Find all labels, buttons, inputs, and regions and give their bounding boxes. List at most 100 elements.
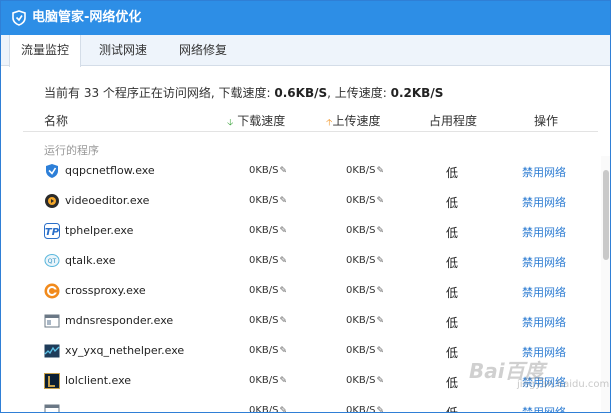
column-download[interactable]: 🡣 下载速度 — [227, 112, 285, 131]
upload-speed[interactable]: 0KB/S✎ — [346, 345, 384, 356]
pencil-icon[interactable]: ✎ — [377, 316, 385, 326]
upload-speed[interactable]: 0KB/S✎ — [346, 195, 384, 206]
column-action: 操作 — [534, 114, 559, 128]
pencil-icon[interactable]: ✎ — [377, 376, 385, 386]
table-row[interactable]: crossproxy.exe 0KB/S✎ 0KB/S✎ 低 禁用网络 — [1, 276, 601, 306]
svg-text:QT: QT — [48, 258, 57, 265]
download-speed[interactable]: 0KB/S✎ — [249, 375, 287, 386]
window-app-icon — [44, 314, 60, 328]
table-row[interactable]: videoeditor.exe 0KB/S✎ 0KB/S✎ 低 禁用网络 — [1, 186, 601, 216]
download-speed[interactable]: 0KB/S✎ — [249, 315, 287, 326]
tab-bar: 流量监控 测试网速 网络修复 — [1, 35, 610, 67]
table-row[interactable]: 0KB/S✎ 0KB/S✎ 低 禁用网络 — [1, 396, 601, 412]
window-app-icon — [44, 404, 60, 412]
program-name: xy_yxq_nethelper.exe — [65, 344, 185, 357]
upload-value: 0KB/S — [346, 285, 376, 296]
disable-network-link[interactable]: 禁用网络 — [522, 284, 566, 300]
usage-level: 低 — [446, 286, 459, 300]
disable-network-link[interactable]: 禁用网络 — [522, 314, 566, 330]
usage-level: 低 — [446, 316, 459, 330]
pencil-icon[interactable]: ✎ — [377, 256, 385, 266]
column-upload-label: 上传速度 — [332, 114, 381, 128]
download-speed[interactable]: 0KB/S✎ — [249, 405, 288, 412]
crossproxy-icon — [44, 283, 60, 299]
column-name[interactable]: 名称 — [44, 112, 68, 129]
usage-level: 低 — [446, 256, 459, 270]
tp-helper-icon: TP — [44, 223, 60, 239]
upload-speed[interactable]: 0KB/S✎ — [346, 225, 384, 236]
title-bar[interactable]: 电脑管家-网络优化 — [1, 1, 610, 35]
disable-network-link[interactable]: 禁用网络 — [522, 164, 566, 180]
program-name: lolclient.exe — [65, 374, 132, 387]
program-name: mdnsresponder.exe — [65, 314, 174, 327]
program-name: qqpcnetflow.exe — [65, 164, 155, 177]
table-row[interactable]: mdnsresponder.exe 0KB/S✎ 0KB/S✎ 低 禁用网络 — [1, 306, 601, 336]
download-speed[interactable]: 0KB/S✎ — [249, 225, 287, 236]
pencil-icon[interactable]: ✎ — [280, 256, 288, 266]
pencil-icon[interactable]: ✎ — [377, 406, 385, 412]
upload-value: 0KB/S — [346, 195, 376, 206]
download-value: 0KB/S — [249, 195, 279, 206]
upload-speed[interactable]: 0KB/S✎ — [346, 165, 384, 176]
disable-network-link[interactable]: 禁用网络 — [522, 254, 566, 270]
column-upload[interactable]: 🡡上传速度 — [326, 112, 380, 131]
download-speed[interactable]: 0KB/S✎ — [249, 255, 287, 266]
pencil-icon[interactable]: ✎ — [280, 346, 288, 356]
pencil-icon[interactable]: ✎ — [377, 346, 385, 356]
upload-value: 0KB/S — [346, 255, 376, 266]
disable-network-link[interactable]: 禁用网络 — [522, 224, 566, 240]
tab-network-repair[interactable]: 网络修复 — [165, 35, 241, 66]
download-speed[interactable]: 0KB/S✎ — [249, 345, 287, 356]
pencil-icon[interactable]: ✎ — [280, 286, 288, 296]
program-name: videoeditor.exe — [65, 194, 150, 207]
column-download-label: 下载速度 — [237, 114, 286, 128]
pencil-icon[interactable]: ✎ — [280, 166, 288, 176]
download-value: 0KB/S — [249, 225, 279, 236]
download-value: 0KB/S — [249, 375, 279, 386]
upload-speed[interactable]: 0KB/S✎ — [346, 255, 384, 266]
column-usage[interactable]: 占用程度 — [429, 112, 477, 129]
usage-level: 低 — [446, 196, 459, 210]
pencil-icon[interactable]: ✎ — [280, 406, 288, 412]
tencent-shield-icon — [46, 164, 58, 178]
qt-chat-icon: QT — [44, 254, 60, 267]
arrow-down-icon: 🡣 — [227, 118, 234, 128]
summary-middle: , 上传速度: — [327, 86, 391, 100]
table-row[interactable]: TP tphelper.exe 0KB/S✎ 0KB/S✎ 低 禁用网络 — [1, 216, 601, 246]
download-speed[interactable]: 0KB/S✎ — [249, 285, 287, 296]
program-name: tphelper.exe — [65, 224, 134, 237]
usage-level: 低 — [446, 226, 459, 240]
upload-value: 0KB/S — [346, 345, 376, 356]
pencil-icon[interactable]: ✎ — [377, 286, 385, 296]
upload-speed[interactable]: 0KB/S✎ — [346, 315, 384, 326]
network-optimizer-window: 电脑管家-网络优化 流量监控 测试网速 网络修复 当前有 33 个程序正在访问网… — [0, 0, 611, 413]
download-speed[interactable]: 0KB/S✎ — [249, 195, 287, 206]
pencil-icon[interactable]: ✎ — [280, 226, 288, 236]
table-row[interactable]: qqpcnetflow.exe 0KB/S✎ 0KB/S✎ 低 禁用网络 — [1, 156, 601, 186]
table-row[interactable]: QT qtalk.exe 0KB/S✎ 0KB/S✎ 低 禁用网络 — [1, 246, 601, 276]
download-value: 0KB/S — [249, 255, 279, 266]
pencil-icon[interactable]: ✎ — [280, 316, 288, 326]
tab-speed-test[interactable]: 测试网速 — [85, 35, 161, 66]
baidu-watermark-url: jingyan.baidu.com — [517, 379, 610, 390]
scroll-thumb[interactable] — [603, 170, 609, 260]
upload-speed[interactable]: 0KB/S✎ — [346, 405, 385, 412]
upload-speed[interactable]: 0KB/S✎ — [346, 375, 384, 386]
pencil-icon[interactable]: ✎ — [280, 196, 288, 206]
disable-network-link[interactable]: 禁用网络 — [522, 404, 566, 412]
table-header: 名称 🡣 下载速度 🡡上传速度 占用程度 操作 — [1, 109, 610, 131]
pencil-icon[interactable]: ✎ — [280, 376, 288, 386]
vertical-scrollbar[interactable] — [601, 156, 610, 412]
usage-level: 低 — [446, 166, 459, 180]
disable-network-link[interactable]: 禁用网络 — [522, 194, 566, 210]
upload-value: 0KB/S — [346, 165, 376, 176]
download-speed[interactable]: 0KB/S✎ — [249, 165, 287, 176]
upload-value: 0KB/S — [346, 375, 376, 386]
pencil-icon[interactable]: ✎ — [377, 196, 385, 206]
pencil-icon[interactable]: ✎ — [377, 226, 385, 236]
summary-prefix: 当前有 33 个程序正在访问网络, 下载速度: — [44, 86, 275, 100]
upload-value: 0KB/S — [346, 225, 376, 236]
upload-speed[interactable]: 0KB/S✎ — [346, 285, 384, 296]
tab-traffic-monitor[interactable]: 流量监控 — [9, 35, 81, 67]
pencil-icon[interactable]: ✎ — [377, 166, 385, 176]
